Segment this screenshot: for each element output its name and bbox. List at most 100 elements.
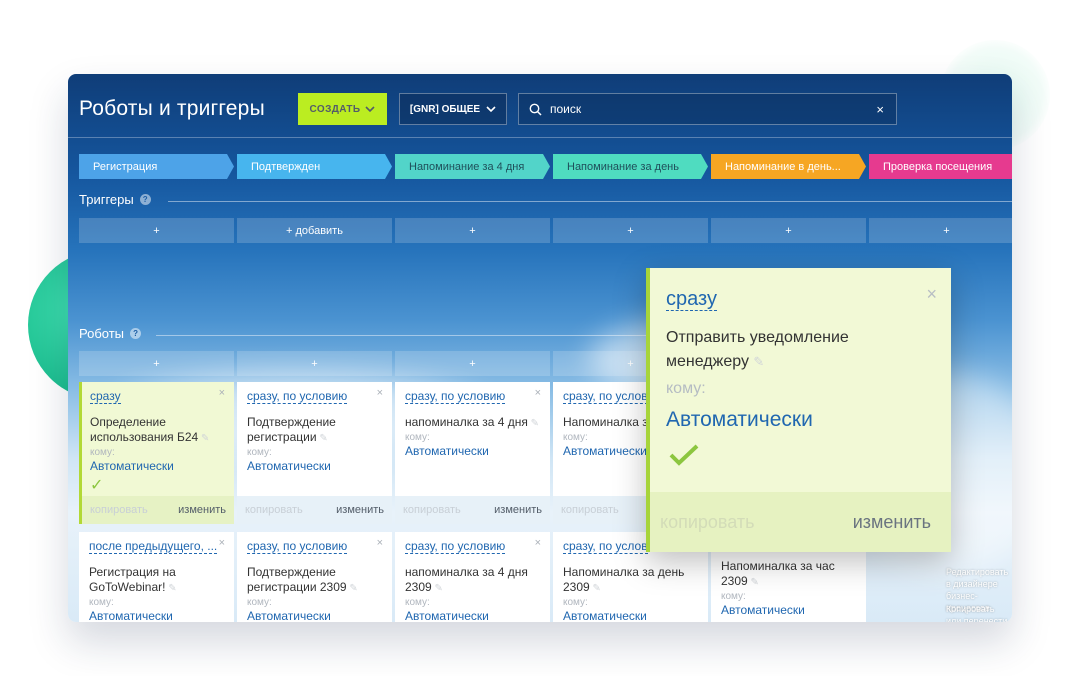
robot-name: Подтверждение регистрации 2309 ✎ <box>247 565 382 596</box>
add-robots-cell[interactable]: + <box>79 351 234 376</box>
recipient-label: кому: <box>563 597 588 608</box>
add-triggers-cell[interactable]: + добавить <box>237 218 392 243</box>
robot-name-text: Подтверждение регистрации 2309 <box>247 565 347 594</box>
robot-when-link[interactable]: сразу, по условию <box>405 539 506 554</box>
add-robots-cell[interactable]: + <box>395 351 550 376</box>
robot-card[interactable]: сразу, по условию × Подтверждение регистра… <box>237 532 392 622</box>
stage-tab-label: Напоминание в день... <box>725 160 841 173</box>
robot-name: Напоминалка за час 2309 ✎ <box>721 559 856 590</box>
add-triggers-cell[interactable]: + <box>395 218 550 243</box>
stage-tab[interactable]: Напоминание за день <box>553 154 708 179</box>
add-triggers-cell[interactable]: + <box>553 218 708 243</box>
close-icon[interactable]: × <box>219 387 225 399</box>
close-icon[interactable]: × <box>377 537 383 549</box>
pencil-icon[interactable]: ✎ <box>748 577 758 588</box>
recipient-label: кому: <box>247 597 272 608</box>
pipeline-selector[interactable]: [GNR] ОБЩЕЕ <box>399 93 507 125</box>
stage-tab[interactable]: Напоминание в день... <box>711 154 866 179</box>
copy-button[interactable]: копировать <box>90 504 148 516</box>
robot-card[interactable]: сразу, по условию × напоминалка за 4 дня 2… <box>395 532 550 622</box>
pencil-icon[interactable]: ✎ <box>432 583 442 594</box>
help-icon[interactable]: ? <box>139 194 151 205</box>
close-icon[interactable]: × <box>535 387 541 399</box>
robot-name: напоминалка за 4 дня ✎ <box>405 415 540 431</box>
search-input[interactable] <box>548 101 852 117</box>
stage-tab-label: Проверка посещения <box>883 160 993 173</box>
robot-name-text: Напоминалка за час 2309 <box>721 559 835 588</box>
create-button[interactable]: СОЗДАТЬ <box>298 93 387 125</box>
copy-button[interactable]: копировать <box>403 504 461 516</box>
pencil-icon[interactable]: ✎ <box>317 433 327 444</box>
robot-when-link[interactable]: сразу, по услов <box>563 539 648 554</box>
robot-name-text: Напоминалка з <box>563 415 648 429</box>
robot-when-link[interactable]: сразу, по условию <box>247 389 348 404</box>
pencil-icon[interactable]: ✎ <box>590 583 600 594</box>
copy-button[interactable]: копировать <box>660 512 755 533</box>
section-divider <box>168 201 1012 202</box>
create-button-label: СОЗДАТЬ <box>309 103 361 115</box>
recipient-value[interactable]: Автоматически <box>721 603 856 617</box>
popup-footer: копировать изменить <box>650 492 951 552</box>
close-icon[interactable]: × <box>219 537 225 549</box>
add-robots-cell[interactable]: + <box>237 351 392 376</box>
robot-when-link[interactable]: после предыдущего, ... <box>89 539 218 554</box>
robot-card[interactable]: сразу × Определение использования Б24 ✎ ком… <box>79 382 234 524</box>
copy-robots-hint-link[interactable]: Копировать или перенести роботов <box>946 603 1012 622</box>
popup-when-link[interactable]: сразу <box>666 288 717 311</box>
robot-name-text: Определение использования Б24 <box>90 415 199 444</box>
robot-card-footer: копировать изменить <box>82 496 234 524</box>
robot-when-link[interactable]: сразу, по условию <box>247 539 348 554</box>
stage-tab[interactable]: Подтвержден <box>237 154 392 179</box>
recipient-label: кому: <box>721 591 746 602</box>
recipient-value[interactable]: Автоматически <box>247 459 382 473</box>
close-icon[interactable]: × <box>377 387 383 399</box>
close-icon[interactable]: × <box>535 537 541 549</box>
robot-name: Определение использования Б24 ✎ <box>90 415 224 446</box>
stage-tab[interactable]: Регистрация <box>79 154 234 179</box>
edit-button[interactable]: изменить <box>494 504 542 516</box>
recipient-value[interactable]: Автоматически <box>405 609 540 622</box>
robot-name-text: Регистрация на GoToWebinar! <box>89 565 176 594</box>
edit-button[interactable]: изменить <box>336 504 384 516</box>
robot-card[interactable]: сразу, по условию × Подтверждение регистра… <box>237 382 392 524</box>
help-icon[interactable]: ? <box>130 328 142 339</box>
stage-tab[interactable]: Напоминание за 4 дня <box>395 154 550 179</box>
triggers-label: Триггеры <box>79 192 134 207</box>
triggers-section-header: Триггеры ? <box>79 192 151 207</box>
copy-button[interactable]: копировать <box>561 504 619 516</box>
chevron-down-icon <box>486 105 496 112</box>
page-title: Роботы и триггеры <box>79 97 265 120</box>
recipient-label: кому: <box>90 447 115 458</box>
pencil-icon[interactable]: ✎ <box>198 433 209 444</box>
add-triggers-cell[interactable]: + <box>869 218 1012 243</box>
pencil-icon[interactable]: ✎ <box>347 583 357 594</box>
robot-when-link[interactable]: сразу, по условию <box>405 389 506 404</box>
pencil-icon[interactable]: ✎ <box>753 354 764 369</box>
recipient-value[interactable]: Автоматически <box>247 609 382 622</box>
robot-card-footer: копировать изменить <box>395 496 550 524</box>
stage-tab[interactable]: Проверка посещения <box>869 154 1012 179</box>
clear-search-icon[interactable]: × <box>876 102 884 117</box>
recipient-value[interactable]: Автоматически <box>405 444 540 458</box>
recipient-value[interactable]: Автоматически <box>563 609 698 622</box>
copy-button[interactable]: копировать <box>245 504 303 516</box>
edit-button[interactable]: изменить <box>178 504 226 516</box>
robot-card[interactable]: после предыдущего, ... × Регистрация на Go… <box>79 532 234 622</box>
recipient-value[interactable]: Автоматически <box>90 459 224 473</box>
robot-card[interactable]: сразу, по условию × напоминалка за 4 дня ✎… <box>395 382 550 524</box>
robot-when-link[interactable]: сразу, по услов <box>563 389 648 404</box>
section-divider <box>156 335 646 336</box>
edit-button[interactable]: изменить <box>853 512 931 533</box>
pencil-icon[interactable]: ✎ <box>165 583 176 594</box>
pencil-icon[interactable]: ✎ <box>528 418 539 429</box>
close-icon[interactable]: × <box>926 284 937 305</box>
recipient-value[interactable]: Автоматически <box>89 609 224 622</box>
popup-recipient-value[interactable]: Автоматически <box>666 408 813 432</box>
robot-when-link[interactable]: сразу <box>90 389 121 404</box>
add-triggers-cell[interactable]: + <box>711 218 866 243</box>
robot-name: Напоминалка за день 2309 ✎ <box>563 565 698 596</box>
add-triggers-cell[interactable]: + <box>79 218 234 243</box>
recipient-label: кому: <box>405 432 430 443</box>
stage-bar: Регистрация Подтвержден Напоминание за 4 д… <box>79 154 1012 179</box>
stage-tab-label: Подтвержден <box>251 160 321 173</box>
